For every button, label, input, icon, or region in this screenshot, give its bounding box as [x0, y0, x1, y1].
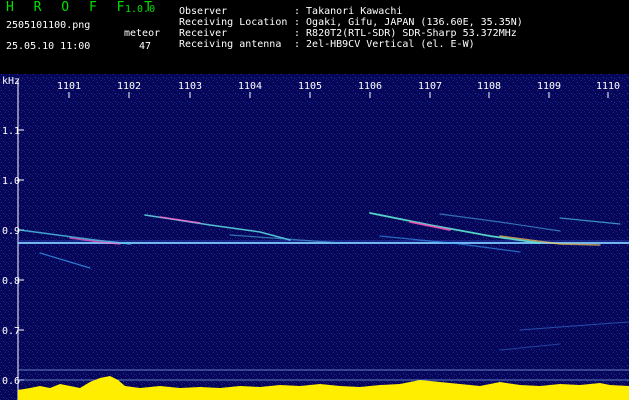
x-tick-label: 1103 [178, 81, 202, 92]
observer-value: : Takanori Kawachi [294, 6, 403, 17]
x-tick-label: 1108 [477, 81, 501, 92]
y-tick-label: 0.9 [2, 226, 20, 237]
location-label: Receiving Location [179, 17, 288, 28]
x-tick-label: 1109 [537, 81, 561, 92]
file-name: 2505101100.png [6, 20, 91, 31]
observer-label: Observer [179, 6, 228, 17]
y-tick-label: 1.0 [2, 176, 20, 187]
spectrogram: kHz 1.1 1.0 0.9 0.8 0.7 0.6 1101 1102 11… [0, 74, 629, 400]
y-tick-label: 0.8 [2, 276, 20, 287]
meteor-label: meteor [124, 28, 161, 39]
receiver-label: Receiver [179, 28, 228, 39]
spectrogram-background [0, 74, 629, 400]
meteor-count: 47 [139, 41, 152, 52]
y-tick-label: 0.7 [2, 326, 20, 337]
receiver-value: : R820T2(RTL-SDR) SDR-Sharp 53.372MHz [294, 28, 517, 39]
date-time: 25.05.10 11:00 [6, 41, 91, 52]
app-version: 1.0.0 [125, 4, 156, 15]
y-tick-label: 1.1 [2, 126, 20, 137]
location-value: : Ogaki, Gifu, JAPAN (136.60E, 35.35N) [294, 17, 523, 28]
x-tick-label: 1110 [596, 81, 620, 92]
x-tick-label: 1105 [298, 81, 322, 92]
x-tick-label: 1107 [418, 81, 442, 92]
y-tick-label: 0.6 [2, 376, 20, 387]
x-tick-label: 1102 [117, 81, 141, 92]
antenna-label: Receiving antenna [179, 39, 282, 50]
antenna-value: : 2el-HB9CV Vertical (el. E-W) [294, 39, 475, 50]
x-tick-label: 1101 [57, 81, 81, 92]
x-tick-label: 1104 [238, 81, 262, 92]
header-panel: H R O F F T 1.0.0 2505101100.png meteor … [0, 0, 629, 74]
y-unit-label: kHz [2, 76, 20, 87]
x-tick-label: 1106 [358, 81, 382, 92]
